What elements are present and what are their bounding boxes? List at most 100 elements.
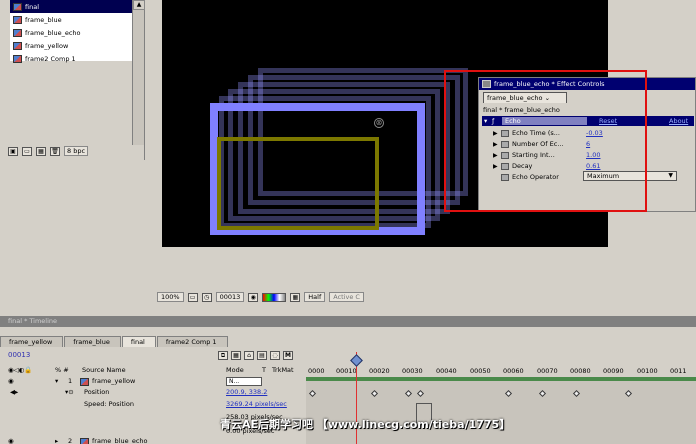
reset-link[interactable]: Reset [599,117,669,125]
time-ruler[interactable]: 0000 00010 00020 00030 00040 00050 00060… [306,366,696,377]
layer-expand-icon[interactable]: ▸ [55,437,58,444]
motion-blur-icon[interactable]: ◌ [270,351,280,360]
keyframe[interactable] [572,389,581,398]
camera-select[interactable]: Active C [329,292,364,302]
new-folder-icon[interactable]: ▭ [22,146,32,156]
visibility-icon[interactable]: ◉ [8,437,14,444]
tab-frame2-comp[interactable]: frame2 Comp 1 [156,336,228,347]
effect-controls-titlebar[interactable]: frame_blue_echo * Effect Controls [479,78,695,90]
zoom-select[interactable]: 100% [157,292,184,302]
timeline-titlebar[interactable]: final * Timeline [0,316,696,327]
trash-icon[interactable]: 🗑 [50,146,60,156]
param-echo-operator[interactable]: Echo Operator [493,172,559,182]
echo-effect-header[interactable]: ▾ ƒ Echo Reset About [482,116,694,126]
speed-value[interactable]: 3269.24 pixels/sec [226,400,287,408]
frame-blend-icon[interactable]: ▤ [257,351,267,360]
param-echo-time[interactable]: ▶ Echo Time (s... -0.03 [493,128,603,138]
keyframe-nav-icon[interactable]: ◀▸ [10,388,18,396]
av-switches-icon: ◉◁◐🔒 [8,366,33,374]
position-property-row[interactable]: ◀▸ ▾⊙ Position 200.9, 338.2 [0,388,306,398]
composition-icon [13,15,22,24]
new-comp-icon[interactable]: ▦ [36,146,46,156]
region-of-interest-icon[interactable]: ▦ [290,292,301,302]
resolution-select[interactable]: Half [304,292,326,302]
shy-icon[interactable]: ⌂ [244,351,254,360]
param-value[interactable]: 6 [586,140,590,148]
project-item-label: frame_yellow [25,41,69,50]
column-t[interactable]: T [262,366,266,376]
current-time-display[interactable]: 00013 [8,351,30,359]
stopwatch-icon[interactable] [501,140,509,148]
bpc-button[interactable]: 8 bpc [64,146,89,156]
project-item-frame2-comp[interactable]: frame2 Comp 1 [10,52,132,65]
about-link[interactable]: About [669,117,688,125]
speed-property-row: Speed: Position 3269.24 pixels/sec [0,400,306,410]
timecode-field[interactable]: 00013 [215,292,245,302]
column-mode[interactable]: Mode [226,366,244,376]
twirl-right-icon[interactable]: ▶ [493,152,501,159]
twirl-right-icon[interactable]: ▶ [493,163,501,170]
param-value[interactable]: 1.00 [586,151,600,159]
stopwatch-icon[interactable] [501,162,509,170]
layer-name[interactable]: frame_yellow [92,377,135,385]
column-trkmat[interactable]: TrkMat [272,366,294,376]
twirl-right-icon[interactable]: ▶ [493,141,501,148]
effect-target-label: final * frame_blue_echo [483,106,560,114]
markers-icon[interactable]: M [283,351,293,360]
channel-icon[interactable] [262,292,287,302]
position-value[interactable]: 200.9, 338.2 [226,388,267,396]
project-item-frame-blue[interactable]: frame_blue [10,13,132,26]
column-source-name[interactable]: Source Name [82,366,126,376]
composition-icon [13,2,22,11]
anchor-point-icon[interactable]: ⊗ [374,118,384,128]
project-item-frame-blue-echo[interactable]: frame_blue_echo [10,26,132,39]
param-value[interactable]: -0.03 [586,129,603,137]
echo-operator-select[interactable]: Maximum ▼ [583,171,677,181]
stopwatch-icon[interactable]: ▾⊙ [65,388,74,396]
layer-expand-icon[interactable]: ▾ [55,377,58,385]
project-item-label: frame_blue_echo [25,28,81,37]
keyframe[interactable] [370,389,379,398]
layer-name[interactable]: frame_blue_echo [92,437,148,444]
project-item-label: final [25,2,40,11]
keyframe[interactable] [504,389,513,398]
layer-mode-select[interactable]: N... [226,377,262,386]
fx-switch-icon[interactable]: ƒ [492,117,502,125]
snapshot-icon[interactable]: ◉ [248,292,259,302]
param-decay[interactable]: ▶ Decay 0.61 [493,161,600,171]
project-scrollbar[interactable]: ▲ [132,0,145,145]
interpret-footage-icon[interactable]: ▣ [8,146,18,156]
tab-final[interactable]: final [121,336,156,347]
clock-icon[interactable]: ◷ [201,292,212,302]
param-value[interactable]: 0.61 [586,162,600,170]
layer-row[interactable]: ◉ ▾ 1 frame_yellow N... [0,377,306,387]
visibility-icon[interactable]: ◉ [8,377,14,385]
effect-controls-tab[interactable]: frame_blue_echo ⌄ [483,92,567,103]
composition-icon [13,41,22,50]
keyframe[interactable] [404,389,413,398]
keyframe[interactable] [308,389,317,398]
keyframe[interactable] [624,389,633,398]
timeline-track-area[interactable] [306,381,696,444]
twirl-down-icon[interactable]: ▾ [482,117,492,125]
keyframe[interactable] [416,389,425,398]
project-item-frame-yellow[interactable]: frame_yellow [10,39,132,52]
tab-frame-blue[interactable]: frame_blue [64,336,121,347]
stopwatch-icon[interactable] [501,151,509,159]
param-starting-intensity[interactable]: ▶ Starting Int... 1.00 [493,150,600,160]
stopwatch-icon[interactable] [501,129,509,137]
yellow-frame-layer[interactable] [217,137,379,230]
layer-row[interactable]: ◉ ▸ 2 frame_blue_echo [0,437,306,444]
timeline-toolbar: ⧉ ▦ ⌂ ▤ ◌ M [218,351,293,360]
ruler-tick: 00010 [336,367,357,375]
param-number-of-echoes[interactable]: ▶ Number Of Ec... 6 [493,139,590,149]
project-item-final[interactable]: final [10,0,132,13]
twirl-right-icon[interactable]: ▶ [493,130,501,137]
comp-marker-icon[interactable]: ⧉ [218,351,228,360]
ram-preview-icon[interactable]: ▦ [231,351,241,360]
keyframe[interactable] [538,389,547,398]
safe-zones-icon[interactable]: ▭ [187,292,198,302]
scroll-up-icon[interactable]: ▲ [133,0,145,10]
tab-frame-yellow[interactable]: frame_yellow [0,336,64,347]
stopwatch-icon[interactable] [501,173,509,181]
